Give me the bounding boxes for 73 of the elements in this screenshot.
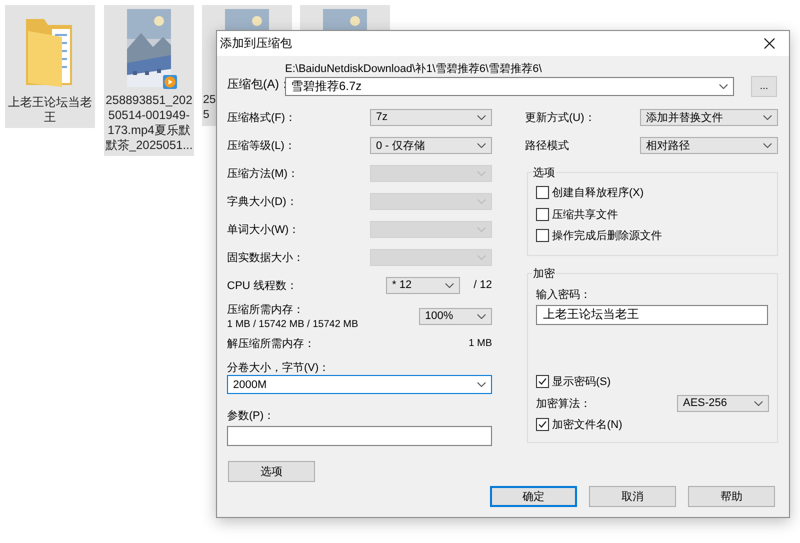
field-label: 路径模式 [525, 138, 569, 152]
file-name: 默茶_2025051... [105, 138, 193, 153]
chevron-icon [763, 142, 772, 148]
checkbox-label: 显示密码(S) [552, 374, 611, 389]
file-name: 25 [203, 93, 216, 108]
checkbox-label: 压缩共享文件 [552, 208, 618, 222]
field-label: 压缩格式(F)： [227, 110, 296, 124]
chevron-icon [477, 142, 486, 148]
field-label: 输入密码： [536, 288, 591, 300]
thread-count: / 12 [472, 279, 492, 291]
dialog-button[interactable]: 帮助 [688, 486, 775, 507]
field-label: 压缩方法(M)： [227, 166, 298, 180]
desktop-item[interactable]: 258893851_202 50514-001949- 173.mp4夏乐默 默茶_2025051... [104, 5, 194, 156]
chevron-icon [477, 170, 486, 176]
checkbox-label: 加密文件名(N) [552, 418, 622, 432]
field-label: 参数(P)： [227, 408, 275, 422]
desktop-item[interactable]: 上老王论坛当老 王 [5, 5, 95, 128]
parameters-field[interactable] [227, 426, 492, 446]
chevron-icon [719, 84, 728, 89]
file-name: 5 [203, 108, 210, 123]
field-label: 解压缩所需内存： [227, 336, 315, 350]
field-label: 分卷大小，字节(V)： [227, 360, 330, 374]
checkbox[interactable] [536, 418, 549, 432]
chevron-icon [445, 282, 454, 288]
dropdown[interactable]: 100% [419, 308, 492, 324]
chevron-icon [754, 400, 763, 406]
window-title: 添加到压缩包 [220, 35, 292, 52]
chevron-icon [477, 114, 486, 120]
volume-size-field[interactable]: 2000M [227, 375, 492, 394]
chevron-icon [477, 254, 486, 260]
chevron-icon [477, 226, 486, 232]
dialog-button[interactable]: 取消 [589, 486, 676, 507]
file-name: 50514-001949- [108, 108, 190, 123]
field-label: 加密算法： [536, 396, 591, 410]
checkbox-label: 创建自释放程序(X) [552, 186, 644, 200]
dialog-button[interactable]: 确定 [490, 486, 577, 507]
field-label: 更新方式(U)： [525, 110, 596, 124]
close-icon [764, 38, 774, 49]
checkbox[interactable] [536, 186, 549, 200]
memory-value: 1 MB [468, 338, 492, 348]
dropdown[interactable]: * 12 [386, 276, 460, 294]
archive-name-field[interactable]: 雪碧推荐6.7z [285, 77, 734, 96]
field-label: 单词大小(W)： [227, 222, 300, 236]
memory-usage: 1 MB / 15742 MB / 15742 MB [227, 319, 358, 330]
chevron-icon [477, 382, 486, 387]
checkbox[interactable] [536, 229, 549, 242]
group-title: 选项 [532, 166, 556, 180]
play-badge-icon [163, 75, 177, 89]
file-name: 上老王论坛当老 [8, 95, 92, 110]
dropdown[interactable]: 0 - 仅存储 [370, 136, 492, 154]
group-title: 加密 [532, 266, 556, 280]
dropdown[interactable]: 相对路径 [640, 136, 778, 154]
field-label: 固实数据大小： [227, 250, 304, 264]
browse-button[interactable]: ... [751, 76, 777, 97]
file-name: 王 [44, 110, 56, 125]
checkbox-label: 操作完成后删除源文件 [552, 228, 662, 244]
checkbox[interactable] [536, 208, 549, 221]
field-label: 压缩所需内存： [227, 302, 305, 317]
dropdown[interactable]: AES-256 [677, 394, 769, 412]
chevron-icon [763, 114, 772, 120]
password-field[interactable]: 上老王论坛当老王 [536, 304, 768, 324]
options-button[interactable]: 选项 [228, 461, 315, 482]
field-label: 压缩等级(L)： [227, 138, 296, 152]
dropdown[interactable]: 7z [370, 108, 492, 126]
field-label: 字典大小(D)： [227, 194, 298, 208]
chevron-icon [477, 198, 486, 204]
archive-path: E:\BaiduNetdiskDownload\补1\雪碧推荐6\雪碧推荐6\ [285, 62, 543, 76]
checkbox[interactable] [536, 374, 549, 388]
field-label: CPU 线程数： [227, 278, 298, 292]
dropdown[interactable]: 添加并替换文件 [640, 108, 778, 126]
chevron-icon [477, 314, 486, 318]
file-name: 173.mp4夏乐默 [108, 123, 190, 138]
file-name: 258893851_202 [106, 93, 192, 108]
